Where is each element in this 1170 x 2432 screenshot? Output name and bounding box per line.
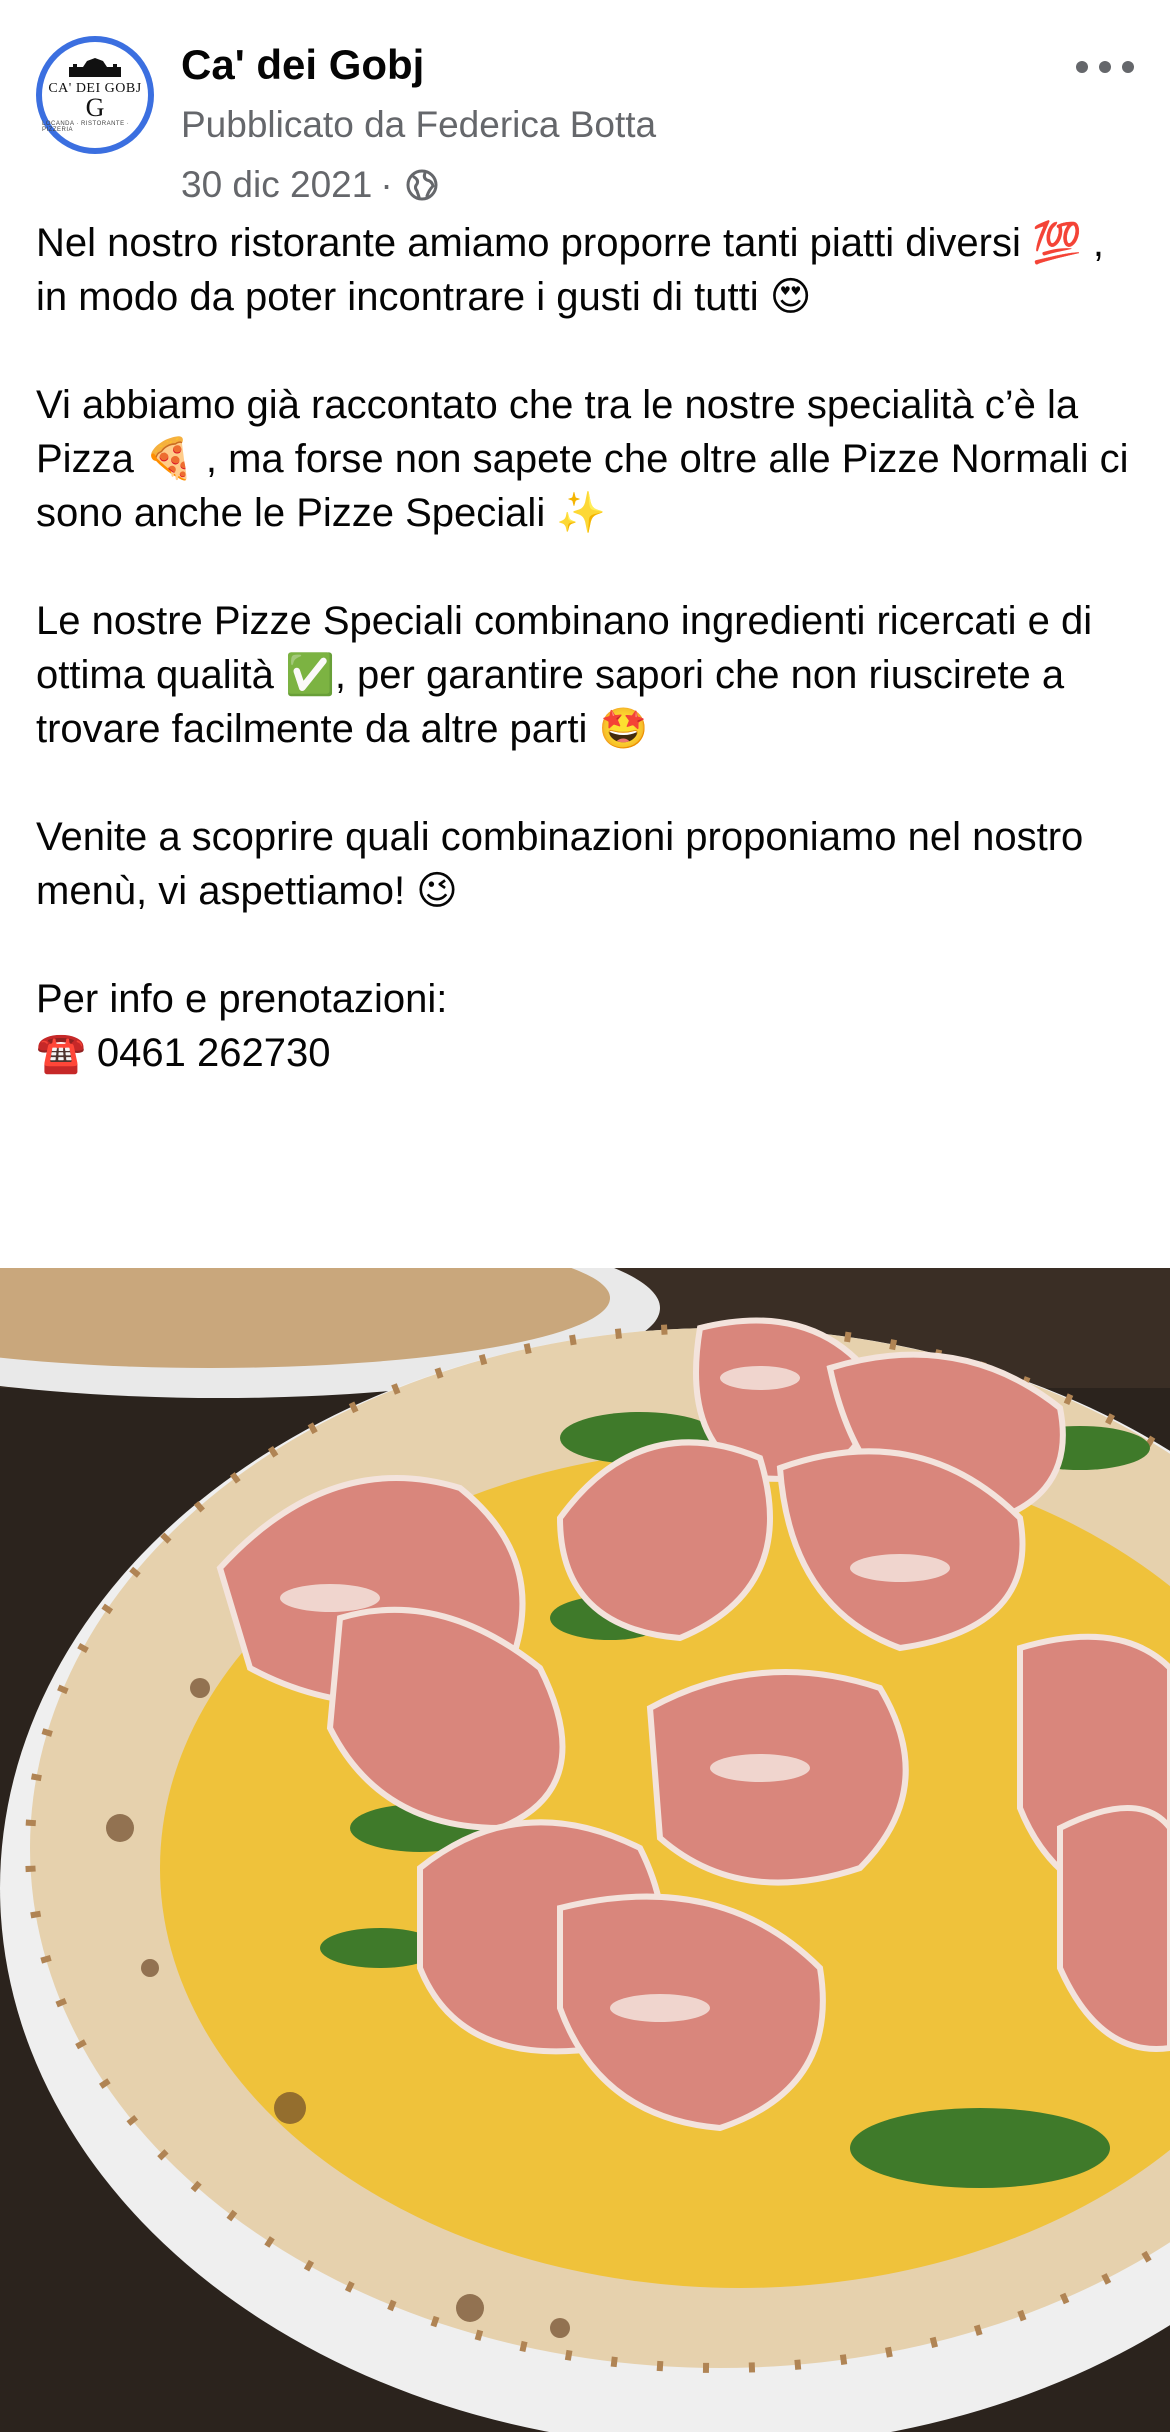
logo-tagline: LOCANDA · RISTORANTE · PIZZERIA <box>42 121 130 133</box>
post-paragraph: Venite a scoprire quali combinazioni pro… <box>36 815 1084 913</box>
contact-label: Per info e prenotazioni: <box>36 977 448 1021</box>
post-paragraph: Nel nostro ristorante amiamo proporre ta… <box>36 221 1105 319</box>
globe-icon[interactable] <box>405 168 439 202</box>
post-date[interactable]: 30 dic 2021 <box>181 162 372 208</box>
dot <box>1099 61 1111 73</box>
page-name[interactable]: Ca' dei Gobj <box>181 40 424 90</box>
pizza-photo[interactable] <box>0 1268 1170 2432</box>
page-avatar[interactable]: CA' DEI GOBJ G LOCANDA · RISTORANTE · PI… <box>36 36 154 154</box>
post-meta: 30 dic 2021 · <box>181 162 439 208</box>
post-paragraph: Le nostre Pizze Speciali combinano ingre… <box>36 599 1093 751</box>
dot <box>1076 61 1088 73</box>
castle-icon <box>69 58 121 77</box>
phone-number[interactable]: ☎️ 0461 262730 <box>36 1026 1146 1080</box>
pizza-illustration <box>0 1268 1170 2432</box>
dot <box>1122 61 1134 73</box>
post-text: Nel nostro ristorante amiamo proporre ta… <box>36 216 1146 1080</box>
logo-monogram: G <box>85 93 105 122</box>
post-paragraph: Vi abbiamo già raccontato che tra le nos… <box>36 383 1129 535</box>
more-options-icon[interactable] <box>1076 50 1134 84</box>
logo: CA' DEI GOBJ G LOCANDA · RISTORANTE · PI… <box>42 42 148 148</box>
facebook-post: CA' DEI GOBJ G LOCANDA · RISTORANTE · PI… <box>0 0 1170 2432</box>
meta-separator: · <box>380 164 393 205</box>
publisher-line: Pubblicato da Federica Botta <box>181 104 657 145</box>
